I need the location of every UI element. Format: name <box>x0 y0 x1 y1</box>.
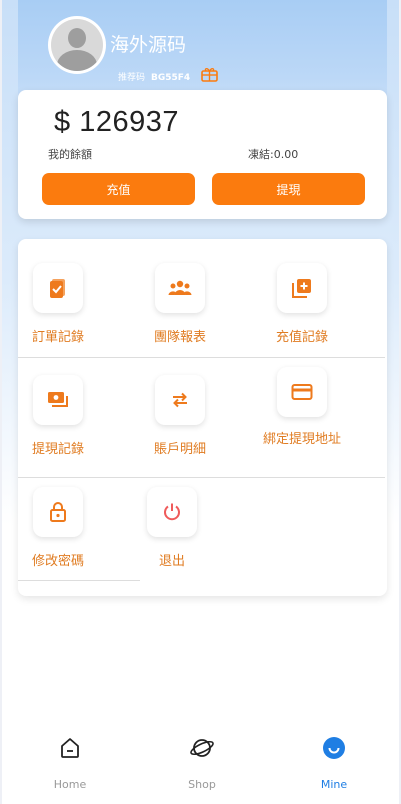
tab-home[interactable]: Home <box>30 736 110 791</box>
tab-mine[interactable]: Mine <box>294 736 374 791</box>
row-divider <box>18 357 385 358</box>
menu-label: 退出 <box>158 554 185 569</box>
menu-item-team-report[interactable]: 團隊報表 <box>125 263 235 346</box>
menu-label: 修改密碼 <box>31 554 84 569</box>
withdraw-button[interactable]: 提現 <box>212 173 365 205</box>
tab-label: Home <box>53 778 87 791</box>
balance-amount: $ 126937 <box>54 106 179 139</box>
default-avatar-icon <box>51 19 103 71</box>
menu-label: 綁定提現地址 <box>262 432 341 447</box>
lock-icon <box>50 502 66 522</box>
page: 海外源码 推荐码 BG55F4 $ 126937 我的餘額 凍結:0.00 充值 … <box>2 0 399 804</box>
invite-label: 推荐码 <box>118 73 146 83</box>
tab-shop[interactable]: Shop <box>162 736 242 791</box>
menu-item-change-password[interactable]: 修改密碼 <box>3 487 113 570</box>
recharge-button[interactable]: 充值 <box>42 173 195 205</box>
card-icon <box>291 384 313 400</box>
balance-label: 我的餘額 <box>48 148 92 161</box>
frozen-amount: 凍結:0.00 <box>248 148 299 161</box>
invite-code-row: 推荐码 BG55F4 <box>118 70 190 83</box>
menu-label: 訂單記錄 <box>31 330 84 345</box>
tab-label: Shop <box>188 778 216 791</box>
tab-label: Mine <box>320 778 348 791</box>
username: 海外源码 <box>110 34 187 56</box>
power-icon <box>164 503 180 521</box>
cash-icon <box>48 392 68 407</box>
menu-item-recharge-records[interactable]: 充值記錄 <box>247 263 357 346</box>
menu-label: 賬戶明細 <box>153 442 206 457</box>
home-icon <box>61 738 79 758</box>
menu-label: 充值記錄 <box>275 330 328 345</box>
balance-value: 126937 <box>79 106 179 138</box>
row-divider <box>18 580 140 581</box>
menu-item-withdraw-records[interactable]: 提現記錄 <box>3 375 113 458</box>
menu-item-logout[interactable]: 退出 <box>117 487 227 570</box>
menu-item-order-records[interactable]: 訂單記錄 <box>3 263 113 346</box>
menu-item-bind-address[interactable]: 綁定提現地址 <box>247 367 357 448</box>
invite-code: BG55F4 <box>151 73 191 83</box>
team-icon <box>168 280 192 295</box>
menu-item-account-details[interactable]: 賬戶明細 <box>125 375 235 458</box>
row-divider <box>18 477 385 478</box>
menu-card: 訂單記錄 團隊報表 充值記錄 提現記錄 賬戶明細 綁定提現地址 修改密碼 退出 <box>18 239 387 596</box>
gift-icon[interactable] <box>201 67 218 82</box>
currency-symbol: $ <box>54 106 71 138</box>
smile-icon <box>323 737 345 759</box>
planet-icon <box>190 739 214 757</box>
menu-label: 團隊報表 <box>153 330 206 345</box>
menu-label: 提現記錄 <box>31 442 84 457</box>
avatar[interactable] <box>48 16 106 74</box>
bottom-tabbar: Home Shop Mine <box>2 728 399 804</box>
order-icon <box>50 279 65 298</box>
swap-icon <box>173 392 187 408</box>
balance-card: $ 126937 我的餘額 凍結:0.00 充值 提現 <box>18 90 387 219</box>
add-record-icon <box>292 279 311 298</box>
